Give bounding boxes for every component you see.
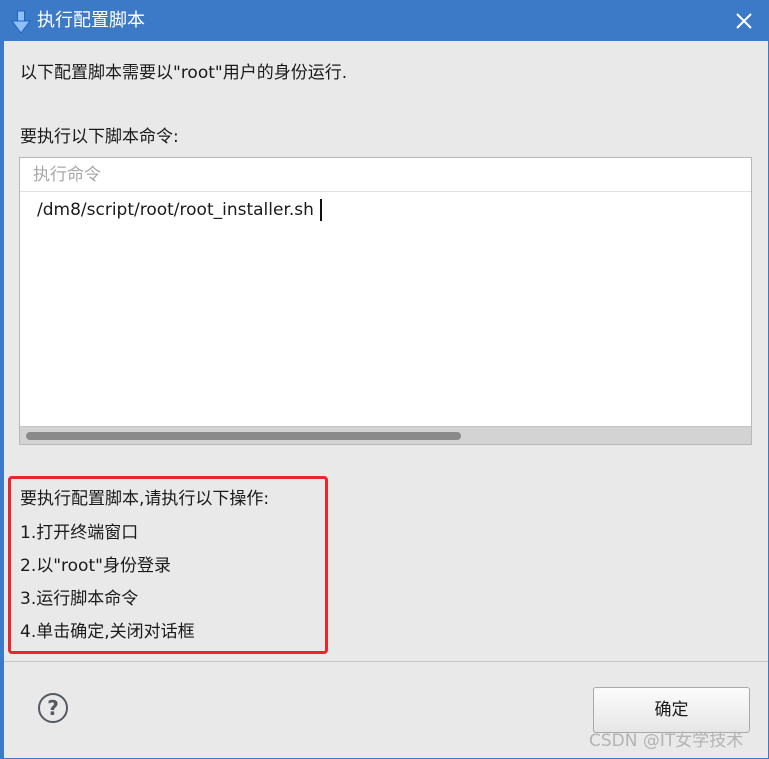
text-cursor [320,199,322,221]
title-bar[interactable]: 执行配置脚本 [1,1,768,41]
watermark: CSDN @IT女学技术 [589,731,744,751]
command-text[interactable]: /dm8/script/root/root_installer.sh [37,198,314,222]
info-message: 以下配置脚本需要以"root"用户的身份运行. [20,63,348,83]
window-border-strip [1,41,4,758]
step-item: 4.单击确定,关闭对话框 [20,622,195,642]
scrollbar-thumb[interactable] [26,432,461,440]
column-header: 执行命令 [20,158,751,192]
table-row[interactable]: /dm8/script/root/root_installer.sh [20,196,751,224]
help-icon[interactable]: ? [38,693,68,723]
dialog-window: 执行配置脚本 以下配置脚本需要以"root"用户的身份运行. 要执行以下脚本命令… [0,0,769,759]
command-label: 要执行以下脚本命令: [20,127,179,147]
step-item: 3.运行脚本命令 [20,589,139,609]
column-header-label: 执行命令 [33,165,101,185]
instructions-heading: 要执行配置脚本,请执行以下操作: [20,489,270,509]
ok-button[interactable]: 确定 [593,687,750,733]
window-title: 执行配置脚本 [37,10,145,31]
footer-divider [4,661,768,662]
horizontal-scrollbar[interactable] [20,426,751,444]
step-item: 1.打开终端窗口 [20,523,139,543]
command-table[interactable]: 执行命令 /dm8/script/root/root_installer.sh [19,157,752,445]
step-item: 2.以"root"身份登录 [20,556,171,576]
download-arrow-icon [11,10,31,34]
close-icon[interactable] [732,9,756,33]
